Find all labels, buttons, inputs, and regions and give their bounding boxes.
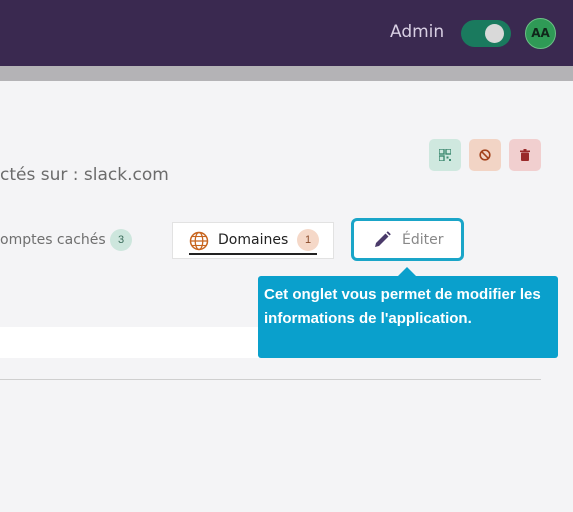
toggle-knob xyxy=(485,24,504,43)
section-divider xyxy=(0,379,541,380)
tab-domains[interactable]: Domaines 1 xyxy=(172,222,334,259)
tab-edit[interactable]: Éditer xyxy=(351,218,464,261)
block-button[interactable] xyxy=(469,139,501,171)
qr-code-icon xyxy=(439,149,451,161)
user-avatar[interactable]: AA xyxy=(525,18,556,49)
admin-label: Admin xyxy=(390,22,445,42)
tooltip-text: Cet onglet vous permet de modifier les i… xyxy=(264,286,541,327)
header-shadow-bar xyxy=(0,66,573,81)
top-navigation-bar: Admin AA xyxy=(0,0,573,66)
trash-icon xyxy=(520,149,530,161)
globe-icon xyxy=(189,231,209,251)
hidden-accounts-count-badge: 3 xyxy=(110,229,132,251)
active-tab-underline xyxy=(189,253,317,255)
tab-hidden-accounts-label: omptes cachés xyxy=(0,232,106,248)
onboarding-tooltip: Cet onglet vous permet de modifier les i… xyxy=(258,267,558,358)
delete-button[interactable] xyxy=(509,139,541,171)
admin-mode-toggle[interactable] xyxy=(461,20,511,47)
pencil-icon xyxy=(375,231,391,247)
qr-code-button[interactable] xyxy=(429,139,461,171)
tab-edit-label: Éditer xyxy=(402,232,444,248)
domains-count-badge: 1 xyxy=(297,229,319,251)
tab-domains-label: Domaines xyxy=(218,232,289,248)
tooltip-arrow xyxy=(398,267,416,276)
ban-icon xyxy=(479,149,491,161)
app-subtitle: ctés sur : slack.com xyxy=(0,165,169,185)
